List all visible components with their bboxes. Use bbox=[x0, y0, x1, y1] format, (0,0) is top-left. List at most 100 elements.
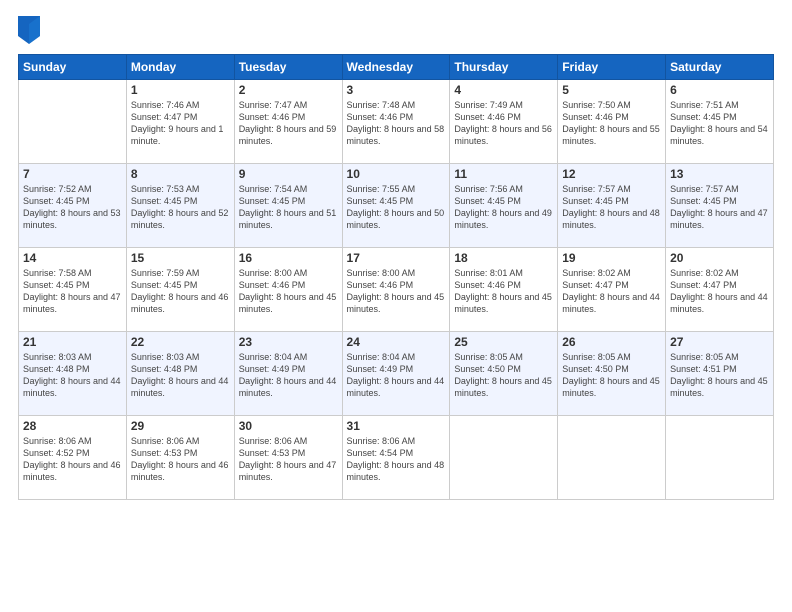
week-row-4: 21 Sunrise: 8:03 AM Sunset: 4:48 PM Dayli… bbox=[19, 332, 774, 416]
calendar-cell: 31Sunrise: 8:06 AM Sunset: 4:54 PM Dayli… bbox=[342, 416, 450, 500]
cell-info: Sunrise: 7:58 AM Sunset: 4:45 PM Dayligh… bbox=[23, 267, 122, 316]
cell-info: Sunrise: 7:55 AM Sunset: 4:45 PM Dayligh… bbox=[347, 183, 446, 232]
calendar-cell: 15 Sunrise: 7:59 AM Sunset: 4:45 PM Dayli… bbox=[126, 248, 234, 332]
day-header-monday: Monday bbox=[126, 55, 234, 80]
cell-info: Sunrise: 8:06 AM Sunset: 4:54 PM Dayligh… bbox=[347, 435, 446, 484]
day-number: 21 bbox=[23, 335, 122, 349]
calendar-cell: 25 Sunrise: 8:05 AM Sunset: 4:50 PM Dayli… bbox=[450, 332, 558, 416]
calendar-cell: 8 Sunrise: 7:53 AM Sunset: 4:45 PM Daylig… bbox=[126, 164, 234, 248]
day-number: 12 bbox=[562, 167, 661, 181]
calendar-cell: 9Sunrise: 7:54 AM Sunset: 4:45 PM Daylig… bbox=[234, 164, 342, 248]
calendar-cell: 22Sunrise: 8:03 AM Sunset: 4:48 PM Dayli… bbox=[126, 332, 234, 416]
calendar-cell: 1 Sunrise: 7:46 AM Sunset: 4:47 PM Daylig… bbox=[126, 80, 234, 164]
calendar-table: SundayMondayTuesdayWednesdayThursdayFrid… bbox=[18, 54, 774, 500]
week-row-3: 14 Sunrise: 7:58 AM Sunset: 4:45 PM Dayli… bbox=[19, 248, 774, 332]
week-row-2: 7 Sunrise: 7:52 AM Sunset: 4:45 PM Daylig… bbox=[19, 164, 774, 248]
calendar-cell: 20Sunrise: 8:02 AM Sunset: 4:47 PM Dayli… bbox=[666, 248, 774, 332]
cell-info: Sunrise: 7:46 AM Sunset: 4:47 PM Dayligh… bbox=[131, 99, 230, 148]
calendar-cell: 19Sunrise: 8:02 AM Sunset: 4:47 PM Dayli… bbox=[558, 248, 666, 332]
calendar-cell: 10Sunrise: 7:55 AM Sunset: 4:45 PM Dayli… bbox=[342, 164, 450, 248]
day-number: 23 bbox=[239, 335, 338, 349]
cell-info: Sunrise: 7:53 AM Sunset: 4:45 PM Dayligh… bbox=[131, 183, 230, 232]
cell-info: Sunrise: 7:54 AM Sunset: 4:45 PM Dayligh… bbox=[239, 183, 338, 232]
day-number: 13 bbox=[670, 167, 769, 181]
day-number: 6 bbox=[670, 83, 769, 97]
cell-info: Sunrise: 8:03 AM Sunset: 4:48 PM Dayligh… bbox=[23, 351, 122, 400]
day-header-wednesday: Wednesday bbox=[342, 55, 450, 80]
calendar-cell: 16Sunrise: 8:00 AM Sunset: 4:46 PM Dayli… bbox=[234, 248, 342, 332]
day-number: 22 bbox=[131, 335, 230, 349]
cell-info: Sunrise: 8:06 AM Sunset: 4:53 PM Dayligh… bbox=[239, 435, 338, 484]
day-number: 15 bbox=[131, 251, 230, 265]
cell-info: Sunrise: 8:06 AM Sunset: 4:52 PM Dayligh… bbox=[23, 435, 122, 484]
week-row-1: 1 Sunrise: 7:46 AM Sunset: 4:47 PM Daylig… bbox=[19, 80, 774, 164]
day-number: 17 bbox=[347, 251, 446, 265]
day-number: 27 bbox=[670, 335, 769, 349]
day-header-tuesday: Tuesday bbox=[234, 55, 342, 80]
calendar-cell: 21 Sunrise: 8:03 AM Sunset: 4:48 PM Dayli… bbox=[19, 332, 127, 416]
logo bbox=[18, 16, 43, 44]
cell-info: Sunrise: 8:05 AM Sunset: 4:51 PM Dayligh… bbox=[670, 351, 769, 400]
cell-info: Sunrise: 7:52 AM Sunset: 4:45 PM Dayligh… bbox=[23, 183, 122, 232]
calendar-cell: 7 Sunrise: 7:52 AM Sunset: 4:45 PM Daylig… bbox=[19, 164, 127, 248]
day-header-thursday: Thursday bbox=[450, 55, 558, 80]
day-number: 1 bbox=[131, 83, 230, 97]
day-number: 3 bbox=[347, 83, 446, 97]
calendar-cell: 29 Sunrise: 8:06 AM Sunset: 4:53 PM Dayli… bbox=[126, 416, 234, 500]
cell-info: Sunrise: 7:56 AM Sunset: 4:45 PM Dayligh… bbox=[454, 183, 553, 232]
day-header-saturday: Saturday bbox=[666, 55, 774, 80]
calendar-cell: 23 Sunrise: 8:04 AM Sunset: 4:49 PM Dayli… bbox=[234, 332, 342, 416]
calendar-cell: 26 Sunrise: 8:05 AM Sunset: 4:50 PM Dayli… bbox=[558, 332, 666, 416]
day-header-sunday: Sunday bbox=[19, 55, 127, 80]
day-number: 11 bbox=[454, 167, 553, 181]
cell-info: Sunrise: 8:05 AM Sunset: 4:50 PM Dayligh… bbox=[454, 351, 553, 400]
calendar-cell bbox=[558, 416, 666, 500]
calendar-header-row: SundayMondayTuesdayWednesdayThursdayFrid… bbox=[19, 55, 774, 80]
calendar-cell: 14 Sunrise: 7:58 AM Sunset: 4:45 PM Dayli… bbox=[19, 248, 127, 332]
day-number: 18 bbox=[454, 251, 553, 265]
day-header-friday: Friday bbox=[558, 55, 666, 80]
cell-info: Sunrise: 7:51 AM Sunset: 4:45 PM Dayligh… bbox=[670, 99, 769, 148]
calendar-cell: 11 Sunrise: 7:56 AM Sunset: 4:45 PM Dayli… bbox=[450, 164, 558, 248]
calendar-cell: 27 Sunrise: 8:05 AM Sunset: 4:51 PM Dayli… bbox=[666, 332, 774, 416]
cell-info: Sunrise: 8:00 AM Sunset: 4:46 PM Dayligh… bbox=[239, 267, 338, 316]
day-number: 7 bbox=[23, 167, 122, 181]
day-number: 8 bbox=[131, 167, 230, 181]
calendar-cell: 28 Sunrise: 8:06 AM Sunset: 4:52 PM Dayli… bbox=[19, 416, 127, 500]
day-number: 28 bbox=[23, 419, 122, 433]
cell-info: Sunrise: 8:01 AM Sunset: 4:46 PM Dayligh… bbox=[454, 267, 553, 316]
calendar-cell bbox=[19, 80, 127, 164]
calendar-cell: 18 Sunrise: 8:01 AM Sunset: 4:46 PM Dayli… bbox=[450, 248, 558, 332]
cell-info: Sunrise: 8:02 AM Sunset: 4:47 PM Dayligh… bbox=[670, 267, 769, 316]
logo-icon bbox=[18, 16, 40, 44]
cell-info: Sunrise: 8:04 AM Sunset: 4:49 PM Dayligh… bbox=[347, 351, 446, 400]
calendar-cell: 24 Sunrise: 8:04 AM Sunset: 4:49 PM Dayli… bbox=[342, 332, 450, 416]
cell-info: Sunrise: 7:49 AM Sunset: 4:46 PM Dayligh… bbox=[454, 99, 553, 148]
cell-info: Sunrise: 7:50 AM Sunset: 4:46 PM Dayligh… bbox=[562, 99, 661, 148]
cell-info: Sunrise: 8:05 AM Sunset: 4:50 PM Dayligh… bbox=[562, 351, 661, 400]
day-number: 14 bbox=[23, 251, 122, 265]
calendar-cell bbox=[666, 416, 774, 500]
day-number: 29 bbox=[131, 419, 230, 433]
day-number: 19 bbox=[562, 251, 661, 265]
calendar-cell: 4 Sunrise: 7:49 AM Sunset: 4:46 PM Daylig… bbox=[450, 80, 558, 164]
calendar-cell: 2 Sunrise: 7:47 AM Sunset: 4:46 PM Daylig… bbox=[234, 80, 342, 164]
day-number: 25 bbox=[454, 335, 553, 349]
calendar-cell: 17Sunrise: 8:00 AM Sunset: 4:46 PM Dayli… bbox=[342, 248, 450, 332]
day-number: 24 bbox=[347, 335, 446, 349]
day-number: 26 bbox=[562, 335, 661, 349]
day-number: 4 bbox=[454, 83, 553, 97]
day-number: 2 bbox=[239, 83, 338, 97]
day-number: 5 bbox=[562, 83, 661, 97]
week-row-5: 28 Sunrise: 8:06 AM Sunset: 4:52 PM Dayli… bbox=[19, 416, 774, 500]
cell-info: Sunrise: 8:04 AM Sunset: 4:49 PM Dayligh… bbox=[239, 351, 338, 400]
calendar-cell: 13Sunrise: 7:57 AM Sunset: 4:45 PM Dayli… bbox=[666, 164, 774, 248]
calendar-cell: 30Sunrise: 8:06 AM Sunset: 4:53 PM Dayli… bbox=[234, 416, 342, 500]
header bbox=[18, 16, 774, 44]
calendar-cell: 6 Sunrise: 7:51 AM Sunset: 4:45 PM Daylig… bbox=[666, 80, 774, 164]
calendar-cell bbox=[450, 416, 558, 500]
cell-info: Sunrise: 7:48 AM Sunset: 4:46 PM Dayligh… bbox=[347, 99, 446, 148]
cell-info: Sunrise: 7:59 AM Sunset: 4:45 PM Dayligh… bbox=[131, 267, 230, 316]
cell-info: Sunrise: 7:47 AM Sunset: 4:46 PM Dayligh… bbox=[239, 99, 338, 148]
cell-info: Sunrise: 8:06 AM Sunset: 4:53 PM Dayligh… bbox=[131, 435, 230, 484]
